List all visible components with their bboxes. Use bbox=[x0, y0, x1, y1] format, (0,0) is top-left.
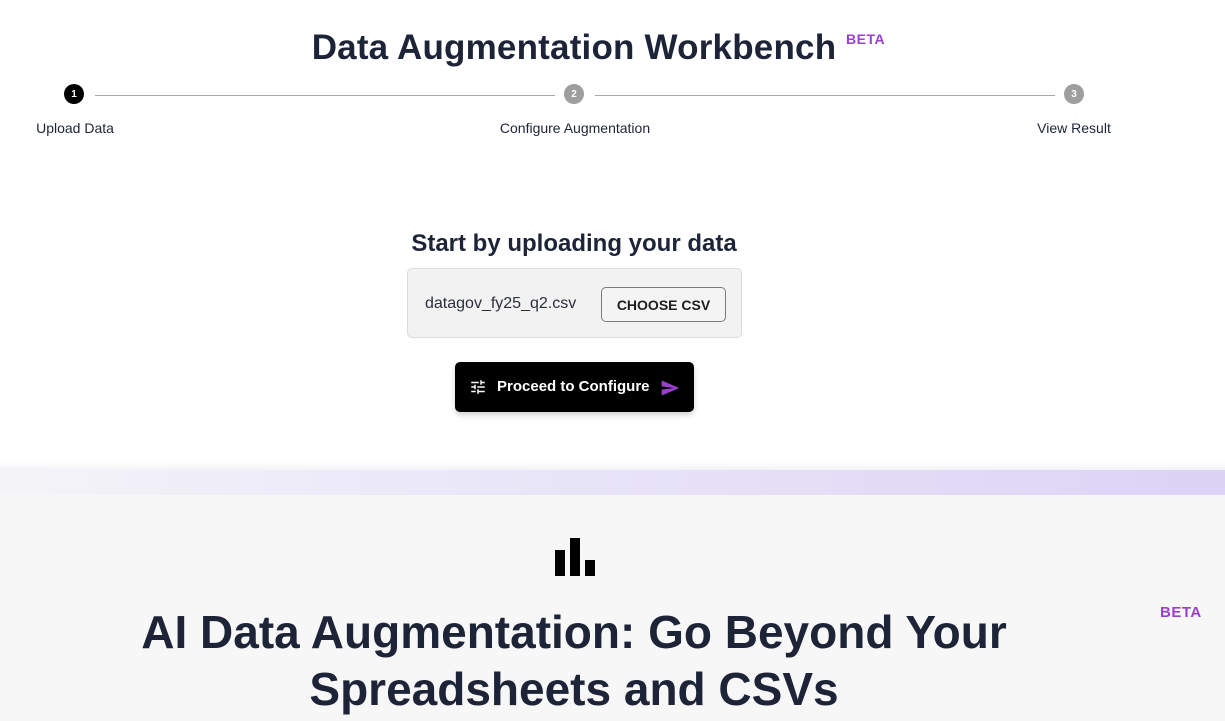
gradient-band bbox=[0, 470, 1225, 495]
selected-file-name: datagov_fy25_q2.csv bbox=[425, 295, 577, 312]
proceed-to-configure-button[interactable]: Proceed to Configure bbox=[455, 362, 694, 412]
step-2-indicator[interactable]: 2 bbox=[564, 84, 584, 104]
choose-csv-button[interactable]: CHOOSE CSV bbox=[601, 287, 726, 322]
file-upload-field: datagov_fy25_q2.csv CHOOSE CSV bbox=[407, 268, 742, 338]
step-3-indicator[interactable]: 3 bbox=[1064, 84, 1084, 104]
page-header: Data Augmentation Workbench BETA bbox=[0, 0, 1225, 80]
hero-title: AI Data Augmentation: Go Beyond Your Spr… bbox=[0, 604, 1148, 718]
proceed-button-label: Proceed to Configure bbox=[497, 378, 650, 395]
hero-title-line-1: AI Data Augmentation: Go Beyond Your bbox=[141, 606, 1007, 658]
tune-icon bbox=[471, 380, 485, 394]
bar-chart-icon bbox=[555, 538, 595, 576]
section-divider bbox=[0, 462, 1225, 470]
upload-heading: Start by uploading your data bbox=[411, 230, 737, 257]
progress-stepper: 1 2 3 Upload Data Configure Augmentation… bbox=[0, 82, 1225, 142]
step-connector bbox=[595, 95, 1055, 96]
hero-beta-badge: BETA bbox=[1160, 604, 1202, 621]
step-1-label: Upload Data bbox=[36, 120, 114, 136]
hero-title-line-2: Spreadsheets and CSVs bbox=[309, 663, 839, 715]
beta-badge: BETA bbox=[846, 31, 886, 47]
step-2-label: Configure Augmentation bbox=[499, 120, 651, 136]
page-title: Data Augmentation Workbench bbox=[311, 28, 837, 67]
step-1-indicator[interactable]: 1 bbox=[64, 84, 84, 104]
send-icon bbox=[661, 380, 680, 396]
step-3-label: View Result bbox=[1037, 120, 1111, 136]
step-connector bbox=[95, 95, 555, 96]
